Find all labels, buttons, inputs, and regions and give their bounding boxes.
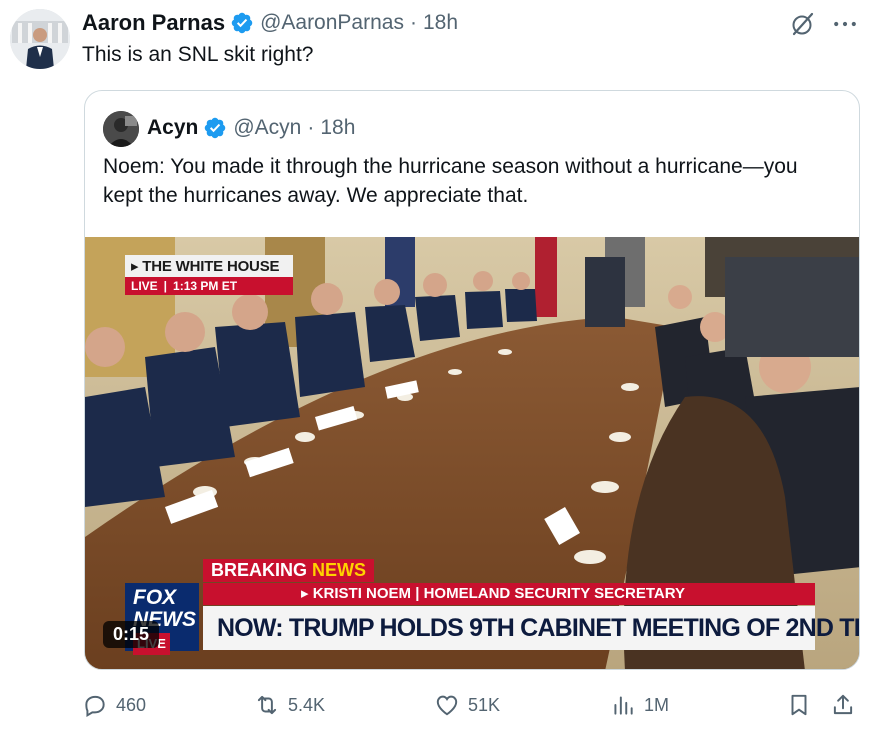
author-avatar[interactable] <box>10 9 70 69</box>
repost-count: 5.4K <box>288 694 326 715</box>
action-bar: 460 5.4K 51K 1M <box>82 688 862 722</box>
quoted-author-handle[interactable]: @Acyn <box>233 116 301 140</box>
breaking-label: BREAKING <box>211 560 308 580</box>
views-count: 1M <box>644 694 670 715</box>
share-button[interactable] <box>830 688 856 722</box>
live-label: LIVE <box>131 279 158 293</box>
speaker-name: KRISTI NOEM <box>312 585 412 602</box>
repost-button[interactable]: 5.4K <box>254 688 325 722</box>
quoted-author-avatar[interactable] <box>103 111 139 147</box>
quoted-author-name[interactable]: Acyn <box>147 116 198 140</box>
author-name[interactable]: Aaron Parnas <box>82 10 225 36</box>
like-icon <box>436 695 458 716</box>
quoted-timestamp[interactable]: 18h <box>320 116 355 140</box>
repost-icon <box>257 695 277 715</box>
grok-icon[interactable] <box>789 10 817 38</box>
author-handle[interactable]: @AaronParnas <box>260 11 404 35</box>
video-duration: 0:15 <box>103 621 160 648</box>
share-icon <box>833 694 853 715</box>
bookmark-icon <box>791 694 807 716</box>
live-time: 1:13 PM ET <box>173 279 238 293</box>
tweet-text: This is an SNL skit right? <box>82 43 314 66</box>
reply-button[interactable]: 460 <box>82 688 146 722</box>
bookmark-button[interactable] <box>786 688 812 722</box>
more-icon[interactable] <box>830 10 860 38</box>
location-graphic: ▸ THE WHITE HOUSE LIVE | 1:13 PM ET <box>125 255 293 295</box>
author-avatar-image <box>10 9 70 69</box>
separator-dot: · <box>409 11 417 34</box>
reply-icon <box>85 695 105 718</box>
like-count: 51K <box>468 694 501 715</box>
verified-badge-icon <box>230 11 254 35</box>
speaker-bar: ▸ KRISTI NOEM | HOMELAND SECURITY SECRET… <box>203 583 815 605</box>
quoted-tweet[interactable]: Acyn @Acyn · 18h Noem: You made it throu… <box>84 90 860 670</box>
quoted-text: Noem: You made it through the hurricane … <box>103 155 798 207</box>
network-line1: FOX <box>133 586 177 609</box>
like-button[interactable]: 51K <box>434 688 500 722</box>
tweet-header: Aaron Parnas @AaronParnas · 18h <box>82 8 458 38</box>
reply-count: 460 <box>116 694 147 715</box>
location-title: ▸ THE WHITE HOUSE <box>125 255 293 277</box>
views-icon <box>614 696 633 715</box>
verified-badge-icon <box>203 116 227 140</box>
speaker-title: HOMELAND SECURITY SECRETARY <box>423 585 686 602</box>
breaking-news-tag: BREAKING NEWS <box>203 559 375 582</box>
views-button[interactable]: 1M <box>610 688 669 722</box>
tweet-timestamp[interactable]: 18h <box>423 11 458 35</box>
separator-dot: · <box>307 116 315 139</box>
quoted-header: Acyn @Acyn · 18h <box>147 113 355 143</box>
headline-bar: NOW: TRUMP HOLDS 9TH CABINET MEETING OF … <box>203 606 859 650</box>
live-time-bar: LIVE | 1:13 PM ET <box>125 277 293 295</box>
news-label: NEWS <box>312 560 367 580</box>
quoted-avatar-image <box>103 111 139 147</box>
video-player[interactable]: ▸ THE WHITE HOUSE LIVE | 1:13 PM ET BREA… <box>85 237 859 669</box>
